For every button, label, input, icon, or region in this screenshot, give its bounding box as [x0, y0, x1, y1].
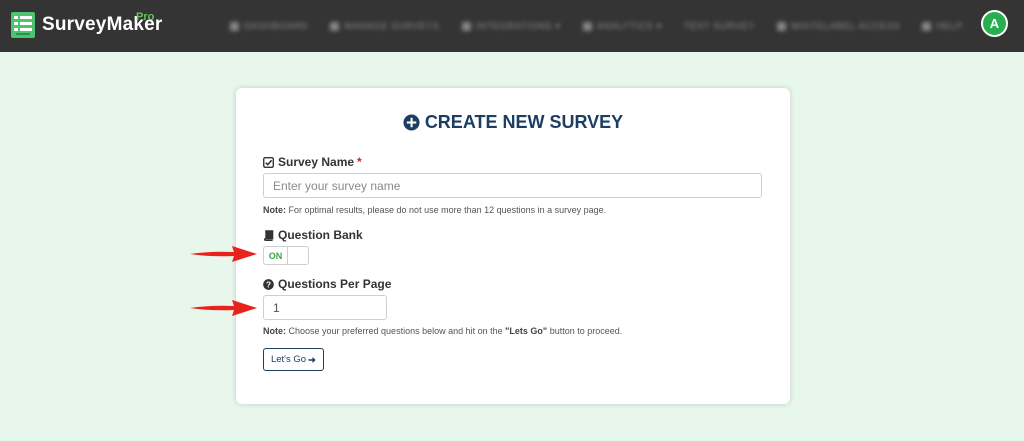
questions-per-page-label: ? Questions Per Page	[263, 277, 391, 291]
whitelabel-icon	[777, 21, 787, 31]
dashboard-icon	[230, 21, 239, 31]
integrations-icon	[461, 21, 471, 31]
required-mark: *	[357, 155, 362, 169]
page-title: CREATE NEW SURVEY	[236, 112, 790, 133]
question-circle-icon: ?	[263, 278, 274, 290]
surveys-icon	[330, 21, 340, 31]
questions-per-page-label-text: Questions Per Page	[278, 277, 392, 291]
brand-pro-badge: Pro	[136, 11, 155, 23]
check-square-icon	[263, 156, 274, 168]
note-text-end: button to proceed.	[547, 326, 623, 336]
main-nav: DASHBOARD MANAGE SURVEYS INTEGRATIONS ▾ …	[230, 0, 985, 52]
nav-item-manage-surveys[interactable]: MANAGE SURVEYS	[330, 21, 440, 31]
top-navbar: SurveyMaker Pro DASHBOARD MANAGE SURVEYS…	[0, 0, 1024, 52]
nav-item-whitelabel[interactable]: WHITELABEL ACCESS	[777, 21, 900, 31]
nav-item-dashboard[interactable]: DASHBOARD	[230, 21, 308, 31]
analytics-icon	[582, 21, 592, 31]
note-prefix: Note:	[263, 326, 286, 336]
questions-per-page-input[interactable]	[263, 295, 387, 320]
nav-item-label: HELP	[936, 21, 964, 31]
nav-item-text-survey[interactable]: TEXT SURVEY	[684, 21, 755, 31]
note-text: Choose your preferred questions below an…	[286, 326, 506, 336]
brand[interactable]: SurveyMaker Pro	[10, 10, 163, 40]
nav-item-label: DASHBOARD	[244, 21, 309, 31]
lets-go-label: Let's Go	[270, 354, 307, 365]
book-icon	[263, 229, 274, 241]
nav-item-analytics[interactable]: ANALYTICS ▾	[582, 20, 663, 32]
annotation-arrow-icon	[190, 246, 257, 262]
nav-item-integrations[interactable]: INTEGRATIONS ▾	[461, 20, 561, 32]
page-title-text: CREATE NEW SURVEY	[424, 112, 624, 132]
help-icon	[922, 21, 932, 31]
note-prefix: Note:	[263, 205, 286, 215]
nav-item-label: ANALYTICS ▾	[596, 20, 663, 31]
survey-name-label-text: Survey Name	[278, 155, 355, 169]
note-text: For optimal results, please do not use m…	[286, 205, 607, 215]
user-avatar[interactable]: A	[981, 10, 1008, 37]
survey-name-label: Survey Name *	[263, 155, 362, 169]
questions-note: Note: Choose your preferred questions be…	[263, 326, 622, 336]
survey-name-input[interactable]	[263, 173, 762, 198]
plus-circle-icon	[403, 114, 420, 131]
nav-item-label: WHITELABEL ACCESS	[791, 21, 901, 31]
svg-text:?: ?	[266, 280, 271, 289]
nav-item-help[interactable]: HELP	[922, 21, 963, 31]
question-bank-label-text: Question Bank	[278, 228, 363, 242]
survey-logo-icon	[11, 12, 35, 38]
nav-item-label: MANAGE SURVEYS	[344, 21, 440, 31]
lets-go-button[interactable]: Let's Go	[263, 348, 324, 371]
arrow-right-icon	[308, 356, 316, 363]
nav-item-label: TEXT SURVEY	[684, 21, 756, 31]
nav-item-label: INTEGRATIONS ▾	[475, 20, 561, 31]
note-emphasis: "Lets Go"	[505, 326, 548, 336]
survey-note: Note: For optimal results, please do not…	[263, 205, 606, 215]
question-bank-label: Question Bank	[263, 228, 363, 242]
annotation-arrow-icon	[190, 300, 257, 316]
question-bank-toggle[interactable]: ON	[263, 246, 309, 265]
toggle-on-label: ON	[264, 247, 288, 264]
